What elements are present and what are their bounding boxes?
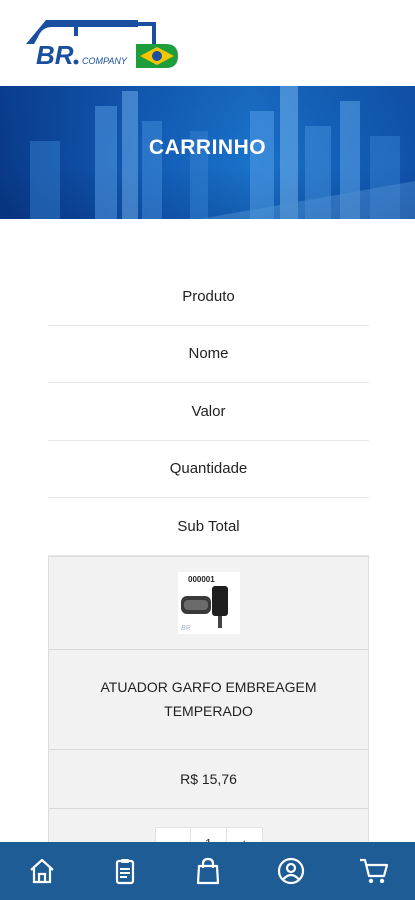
svg-text:BR: BR [36,40,74,68]
app-header: BR COMPANY [0,0,415,86]
hero-banner: CARRINHO [0,86,415,219]
product-image-code: 000001 [188,575,215,584]
cart-table: Produto Nome Valor Quantidade Sub Total … [48,268,369,870]
header-quantidade: Quantidade [48,441,369,498]
nav-orders[interactable] [105,851,145,891]
header-valor: Valor [48,383,369,441]
product-name: ATUADOR GARFO EMBREAGEM TEMPERADO [49,650,368,750]
cart-icon [359,858,388,884]
nav-shop[interactable] [188,851,228,891]
bottom-nav [0,842,415,900]
svg-text:COMPANY: COMPANY [82,56,128,66]
product-image-cell: 000001 BR [49,557,368,650]
header-produto: Produto [48,268,369,326]
nav-account[interactable] [271,851,311,891]
header-nome: Nome [48,326,369,383]
product-price: R$ 15,76 [49,750,368,809]
cart-item: 000001 BR ATUADOR GARFO EMBREAGEM TEMPER… [48,555,369,870]
nav-home[interactable] [22,851,62,891]
product-image-brand: BR [181,625,191,632]
account-icon [277,857,304,885]
header-subtotal: Sub Total [48,498,369,556]
br-company-logo[interactable]: BR COMPANY [16,14,180,68]
bag-icon [196,857,219,885]
nav-cart[interactable] [354,851,394,891]
home-icon [29,858,54,884]
product-image[interactable]: 000001 BR [177,571,240,634]
orders-icon [115,859,134,885]
page-title: CARRINHO [148,136,267,159]
